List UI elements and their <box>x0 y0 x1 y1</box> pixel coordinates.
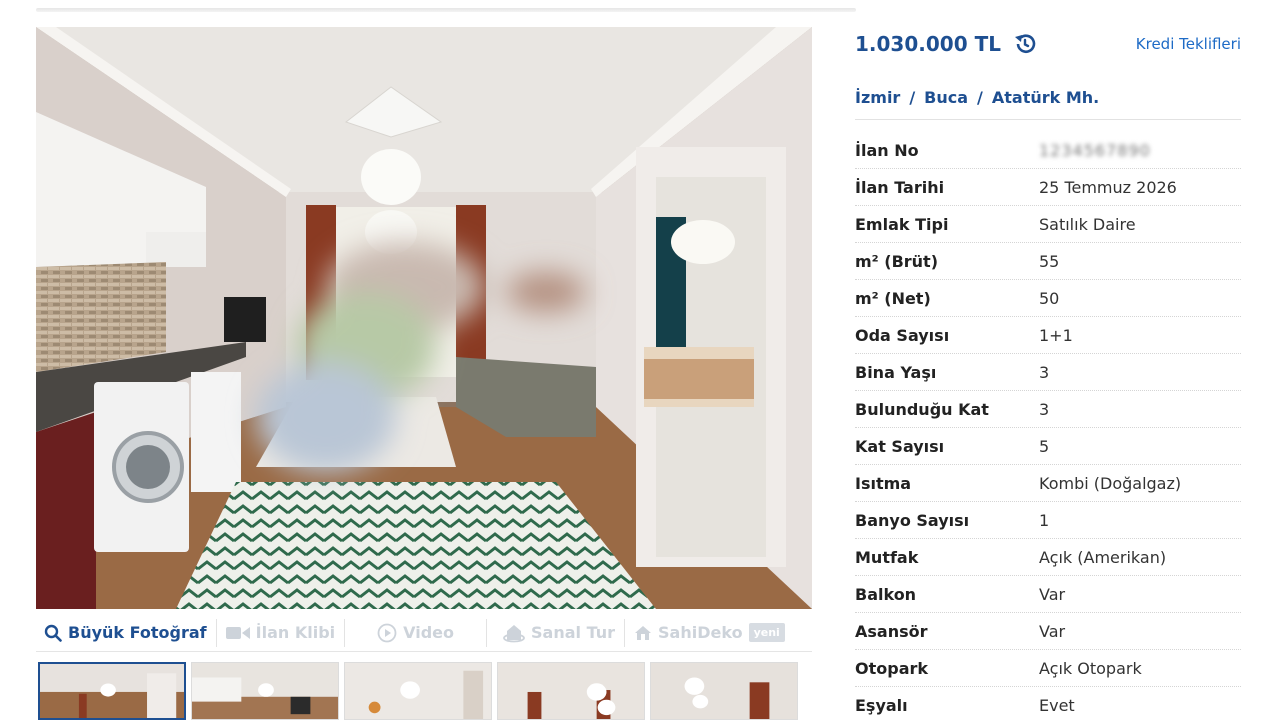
detail-label: İlan No <box>855 140 919 160</box>
detail-value: Var <box>1039 584 1066 604</box>
big-photo-label: Büyük Fotoğraf <box>68 623 207 642</box>
loan-offers-link[interactable]: Kredi Teklifleri <box>1136 35 1241 53</box>
detail-label: Eşyalı <box>855 695 908 715</box>
detail-label: Isıtma <box>855 473 912 493</box>
apartment-interior-image <box>36 27 812 609</box>
detail-label: Oda Sayısı <box>855 325 950 345</box>
video-button[interactable]: Video <box>344 618 486 647</box>
detail-label: Bulunduğu Kat <box>855 399 989 419</box>
detail-row-floor: Bulunduğu Kat 3 <box>855 391 1241 428</box>
breadcrumb-separator: / <box>977 88 983 107</box>
detail-row-balcony: Balkon Var <box>855 576 1241 613</box>
detail-row-listing-date: İlan Tarihi 25 Temmuz 2026 <box>855 169 1241 206</box>
detail-label: Otopark <box>855 658 929 678</box>
detail-value: 50 <box>1039 288 1060 308</box>
breadcrumb-city[interactable]: İzmir <box>855 88 900 107</box>
detail-label: Balkon <box>855 584 917 604</box>
big-photo-button[interactable]: Büyük Fotoğraf <box>36 619 216 647</box>
video-label: Video <box>403 623 455 642</box>
detail-label: Banyo Sayısı <box>855 510 970 530</box>
detail-label: Emlak Tipi <box>855 214 949 234</box>
detail-label: m² (Net) <box>855 288 931 308</box>
thumbnail[interactable] <box>497 662 645 720</box>
detail-row-furnished: Eşyalı Evet <box>855 687 1241 720</box>
play-circle-icon <box>377 623 397 643</box>
detail-value: Satılık Daire <box>1039 214 1136 234</box>
detail-row-net-area: m² (Net) 50 <box>855 280 1241 317</box>
sahideko-button[interactable]: SahiDeko yeni <box>624 618 794 647</box>
detail-value: 3 <box>1039 399 1050 419</box>
thumbnail[interactable] <box>344 662 492 720</box>
detail-row-gross-area: m² (Brüt) 55 <box>855 243 1241 280</box>
detail-value: Açık (Amerikan) <box>1039 547 1167 567</box>
detail-value: 25 Temmuz 2026 <box>1039 177 1177 197</box>
thumbnail[interactable] <box>191 662 339 720</box>
detail-label: Mutfak <box>855 547 919 567</box>
virtual-tour-label: Sanal Tur <box>531 623 616 642</box>
detail-value: Kombi (Doğalgaz) <box>1039 473 1182 493</box>
new-badge: yeni <box>748 623 785 642</box>
detail-label: Kat Sayısı <box>855 436 945 456</box>
detail-row-heating: Isıtma Kombi (Doğalgaz) <box>855 465 1241 502</box>
thumbnail-strip <box>38 662 812 720</box>
detail-row-elevator: Asansör Var <box>855 613 1241 650</box>
detail-value: 55 <box>1039 251 1060 271</box>
detail-value: 1234567890 <box>1039 140 1151 160</box>
history-icon[interactable] <box>1013 32 1037 56</box>
breadcrumb-neighborhood[interactable]: Atatürk Mh. <box>992 88 1099 107</box>
thumbnail[interactable] <box>650 662 798 720</box>
detail-value: 1 <box>1039 510 1050 530</box>
listing-details-table: İlan No 1234567890 İlan Tarihi 25 Temmuz 2… <box>855 132 1241 720</box>
detail-value: 3 <box>1039 362 1050 382</box>
thumbnail[interactable] <box>38 662 186 720</box>
search-icon <box>44 624 62 642</box>
detail-label: Asansör <box>855 621 928 641</box>
price-row: 1.030.000 TL Kredi Teklifleri <box>855 28 1241 60</box>
video-clip-button[interactable]: İlan Klibi <box>215 618 345 647</box>
home-icon <box>634 624 652 642</box>
video-clip-label: İlan Klibi <box>255 623 336 642</box>
detail-label: m² (Brüt) <box>855 251 938 271</box>
detail-row-bathrooms: Banyo Sayısı 1 <box>855 502 1241 539</box>
detail-row-floor-count: Kat Sayısı 5 <box>855 428 1241 465</box>
media-toolbar: Büyük Fotoğraf İlan Klibi Video Sanal Tu… <box>36 614 812 652</box>
detail-value: Var <box>1039 621 1066 641</box>
360-tour-icon <box>503 623 525 643</box>
detail-row-parking: Otopark Açık Otopark <box>855 650 1241 687</box>
location-breadcrumb: İzmir / Buca / Atatürk Mh. <box>855 88 1241 120</box>
detail-value: 5 <box>1039 436 1050 456</box>
sahideko-label: SahiDeko <box>658 623 743 642</box>
detail-value: Evet <box>1039 695 1075 715</box>
detail-row-property-type: Emlak Tipi Satılık Daire <box>855 206 1241 243</box>
detail-label: İlan Tarihi <box>855 177 945 197</box>
top-divider <box>36 8 856 12</box>
main-listing-photo[interactable] <box>36 27 812 609</box>
detail-row-listing-no: İlan No 1234567890 <box>855 132 1241 169</box>
detail-row-building-age: Bina Yaşı 3 <box>855 354 1241 391</box>
price-value: 1.030.000 TL <box>855 32 1001 56</box>
video-camera-icon <box>225 626 250 640</box>
detail-row-rooms: Oda Sayısı 1+1 <box>855 317 1241 354</box>
detail-value: Açık Otopark <box>1039 658 1142 678</box>
detail-value: 1+1 <box>1039 325 1073 345</box>
virtual-tour-button[interactable]: Sanal Tur <box>486 618 624 647</box>
breadcrumb-district[interactable]: Buca <box>924 88 968 107</box>
breadcrumb-separator: / <box>909 88 916 107</box>
price: 1.030.000 TL <box>855 32 1037 56</box>
detail-label: Bina Yaşı <box>855 362 937 382</box>
detail-row-kitchen: Mutfak Açık (Amerikan) <box>855 539 1241 576</box>
